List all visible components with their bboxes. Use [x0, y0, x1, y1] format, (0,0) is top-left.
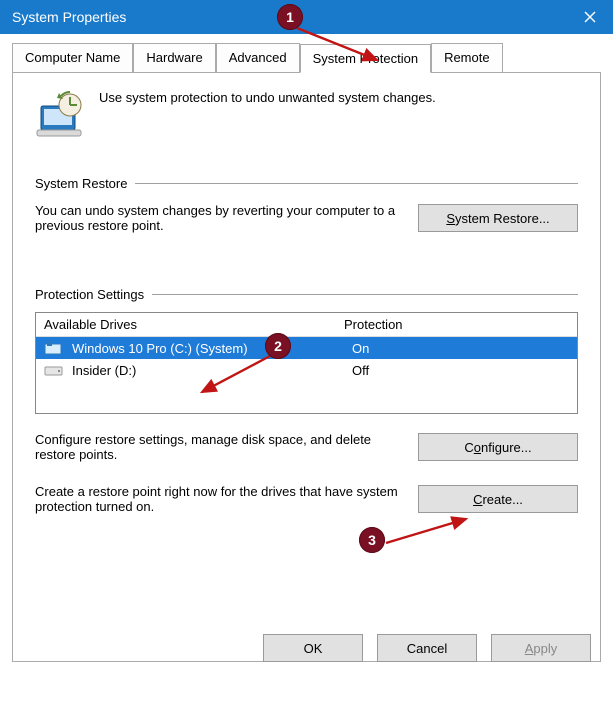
- drives-header: Available Drives Protection: [36, 313, 577, 337]
- tab-advanced[interactable]: Advanced: [216, 43, 300, 72]
- apply-button[interactable]: Apply: [491, 634, 591, 662]
- drive-status: Off: [352, 363, 569, 378]
- create-description: Create a restore point right now for the…: [35, 484, 402, 514]
- divider: [152, 294, 578, 295]
- close-button[interactable]: [567, 0, 613, 34]
- dialog-footer: OK Cancel Apply: [263, 634, 591, 662]
- system-protection-icon: [35, 90, 85, 140]
- cancel-button[interactable]: Cancel: [377, 634, 477, 662]
- system-restore-description: You can undo system changes by reverting…: [35, 203, 402, 233]
- drive-status: On: [352, 341, 569, 356]
- tab-remote[interactable]: Remote: [431, 43, 503, 72]
- col-protection: Protection: [344, 317, 569, 332]
- drive-name: Windows 10 Pro (C:) (System): [72, 341, 344, 356]
- divider: [135, 183, 578, 184]
- annotation-badge-1: 1: [277, 4, 303, 30]
- col-available-drives: Available Drives: [44, 317, 344, 332]
- intro-text: Use system protection to undo unwanted s…: [99, 90, 436, 105]
- drives-list[interactable]: Available Drives Protection Windows 10 P…: [35, 312, 578, 414]
- tabstrip: Computer Name Hardware Advanced System P…: [12, 43, 601, 73]
- group-title-system-restore: System Restore: [35, 176, 127, 191]
- configure-description: Configure restore settings, manage disk …: [35, 432, 402, 462]
- system-restore-button[interactable]: System Restore...: [418, 204, 578, 232]
- create-button[interactable]: Create...: [418, 485, 578, 513]
- annotation-badge-2: 2: [265, 333, 291, 359]
- configure-button[interactable]: Configure...: [418, 433, 578, 461]
- drive-name: Insider (D:): [72, 363, 344, 378]
- drive-row[interactable]: Insider (D:) Off: [36, 359, 577, 381]
- group-protection-settings: Protection Settings Available Drives Pro…: [35, 287, 578, 514]
- tab-computer-name[interactable]: Computer Name: [12, 43, 133, 72]
- tabpanel-system-protection: Use system protection to undo unwanted s…: [12, 72, 601, 662]
- window-title: System Properties: [12, 9, 126, 25]
- ok-button[interactable]: OK: [263, 634, 363, 662]
- drive-row[interactable]: Windows 10 Pro (C:) (System) On: [36, 337, 577, 359]
- close-icon: [584, 11, 596, 23]
- titlebar[interactable]: System Properties: [0, 0, 613, 34]
- tab-hardware[interactable]: Hardware: [133, 43, 215, 72]
- group-system-restore: System Restore You can undo system chang…: [35, 176, 578, 233]
- drive-icon: [44, 362, 64, 378]
- annotation-badge-3: 3: [359, 527, 385, 553]
- tab-system-protection[interactable]: System Protection: [300, 44, 432, 73]
- group-title-protection-settings: Protection Settings: [35, 287, 144, 302]
- drive-icon: [44, 340, 64, 356]
